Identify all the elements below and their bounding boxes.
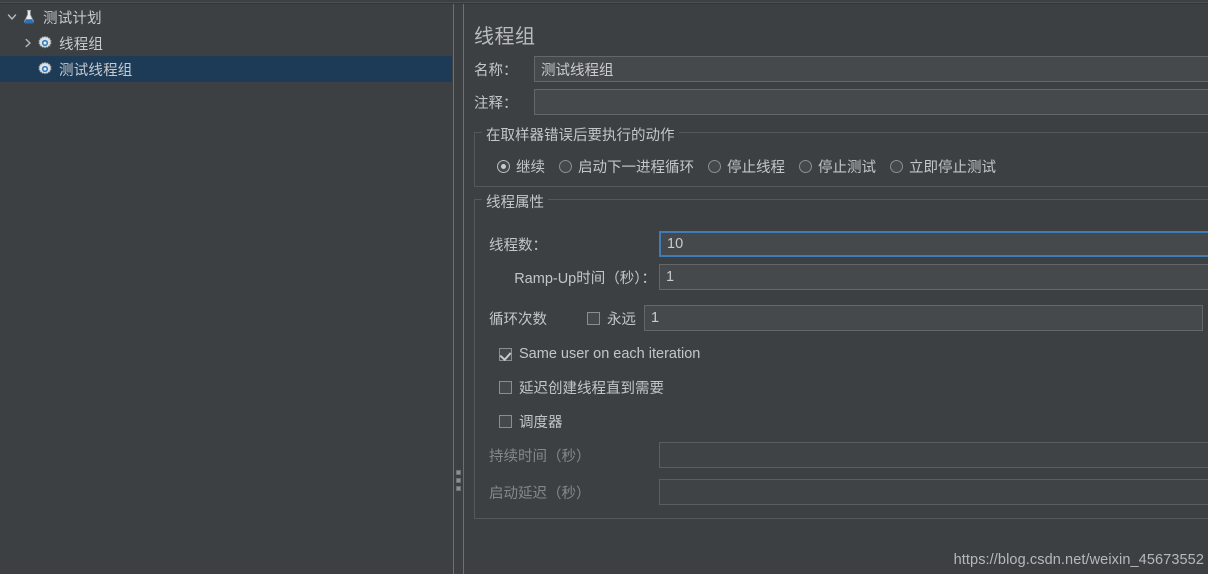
- comment-label: 注释：: [474, 95, 518, 112]
- tree-item-label: 线程组: [59, 36, 104, 53]
- chevron-down-icon[interactable]: [4, 9, 20, 25]
- checkbox-mark-icon: [499, 414, 512, 428]
- tree-item-label: 测试计划: [43, 10, 102, 27]
- num-threads-row: 线程数：: [489, 231, 1208, 257]
- delay-thread-creation-checkbox[interactable]: 延迟创建线程直到需要: [499, 377, 664, 397]
- loop-count-input[interactable]: [644, 305, 1203, 331]
- radio-label: 启动下一进程循环: [578, 160, 694, 176]
- splitter-line-right: [463, 4, 464, 574]
- startup-delay-row: 启动延迟（秒）: [489, 479, 1208, 505]
- duration-row: 持续时间（秒）: [489, 442, 1208, 468]
- forever-label: 永远: [607, 311, 636, 328]
- radio-stop-test-now[interactable]: 立即停止测试: [890, 156, 996, 177]
- gear-icon: [36, 60, 54, 78]
- same-user-label: Same user on each iteration: [519, 346, 701, 362]
- jmeter-thread-group-window: 测试计划 线程组 测试线程组 线程组 名称： 测试线程组 注释： 在取样器错误后…: [0, 0, 1208, 574]
- splitter-line-left: [453, 4, 454, 574]
- checkbox-mark-icon: [587, 311, 600, 325]
- tree-item-label: 测试线程组: [59, 62, 133, 79]
- num-threads-label: 线程数：: [489, 237, 547, 254]
- radio-label: 继续: [516, 160, 545, 176]
- on-sampler-error-radios: 继续 启动下一进程循环 停止线程 停止测试 立即停止测试: [497, 156, 1010, 177]
- loop-count-row: 循环次数 永远: [489, 305, 1203, 331]
- gear-icon: [36, 34, 54, 52]
- radio-label: 立即停止测试: [909, 160, 996, 176]
- radio-label: 停止测试: [818, 160, 876, 176]
- scheduler-label: 调度器: [519, 414, 563, 431]
- radio-stop-thread[interactable]: 停止线程: [708, 156, 785, 177]
- comment-input[interactable]: [534, 89, 1208, 115]
- panel-splitter[interactable]: [452, 4, 465, 574]
- radio-mark-icon: [799, 160, 812, 173]
- radio-start-next-loop[interactable]: 启动下一进程循环: [559, 156, 694, 177]
- splitter-grip[interactable]: [456, 470, 461, 491]
- radio-label: 停止线程: [727, 160, 785, 176]
- num-threads-input[interactable]: [659, 231, 1208, 257]
- name-field-row: 名称：: [474, 56, 1208, 82]
- ramp-up-input[interactable]: [659, 264, 1208, 290]
- forever-checkbox[interactable]: 永远: [587, 308, 636, 329]
- radio-mark-icon: [708, 160, 721, 173]
- same-user-checkbox[interactable]: Same user on each iteration: [499, 344, 700, 364]
- flask-icon: [20, 8, 38, 26]
- loop-count-label: 循环次数: [489, 311, 547, 328]
- duration-label: 持续时间（秒）: [489, 448, 591, 465]
- startup-delay-input: [659, 479, 1208, 505]
- thread-properties-group: 线程属性 线程数： Ramp-Up时间（秒）： 循环次数 永远: [474, 191, 1208, 519]
- tree-item-test-plan[interactable]: 测试计划: [0, 4, 452, 30]
- radio-mark-icon: [890, 160, 903, 173]
- radio-stop-test[interactable]: 停止测试: [799, 156, 876, 177]
- radio-mark-icon: [559, 160, 572, 173]
- test-plan-tree: 测试计划 线程组 测试线程组: [0, 4, 452, 574]
- tree-item-test-thread-group[interactable]: 测试线程组: [0, 56, 452, 82]
- tree-item-thread-group[interactable]: 线程组: [0, 30, 452, 56]
- chevron-right-icon[interactable]: [20, 35, 36, 51]
- delay-thread-creation-label: 延迟创建线程直到需要: [519, 380, 664, 397]
- watermark-text: https://blog.csdn.net/weixin_45673552: [953, 552, 1204, 568]
- radio-mark-icon: [497, 160, 510, 173]
- on-sampler-error-legend: 在取样器错误后要执行的动作: [482, 124, 679, 145]
- name-input[interactable]: [534, 56, 1208, 82]
- ramp-up-label: Ramp-Up时间（秒）：: [514, 270, 656, 287]
- radio-continue[interactable]: 继续: [497, 156, 545, 177]
- thread-properties-legend: 线程属性: [482, 191, 548, 212]
- ramp-up-row: Ramp-Up时间（秒）：: [489, 264, 1208, 290]
- startup-delay-label: 启动延迟（秒）: [489, 485, 591, 502]
- duration-input: [659, 442, 1208, 468]
- name-label: 名称：: [474, 62, 518, 79]
- checkbox-mark-icon: [499, 380, 512, 394]
- checkbox-mark-icon: [499, 347, 512, 361]
- thread-group-config-panel: 线程组 名称： 注释： 在取样器错误后要执行的动作 继续 启动下一进程循环: [465, 4, 1208, 574]
- scheduler-checkbox[interactable]: 调度器: [499, 411, 563, 431]
- on-sampler-error-group: 在取样器错误后要执行的动作 继续 启动下一进程循环 停止线程 停止测试 立即停止…: [474, 124, 1208, 187]
- comment-field-row: 注释：: [474, 89, 1208, 115]
- page-title: 线程组: [474, 26, 536, 48]
